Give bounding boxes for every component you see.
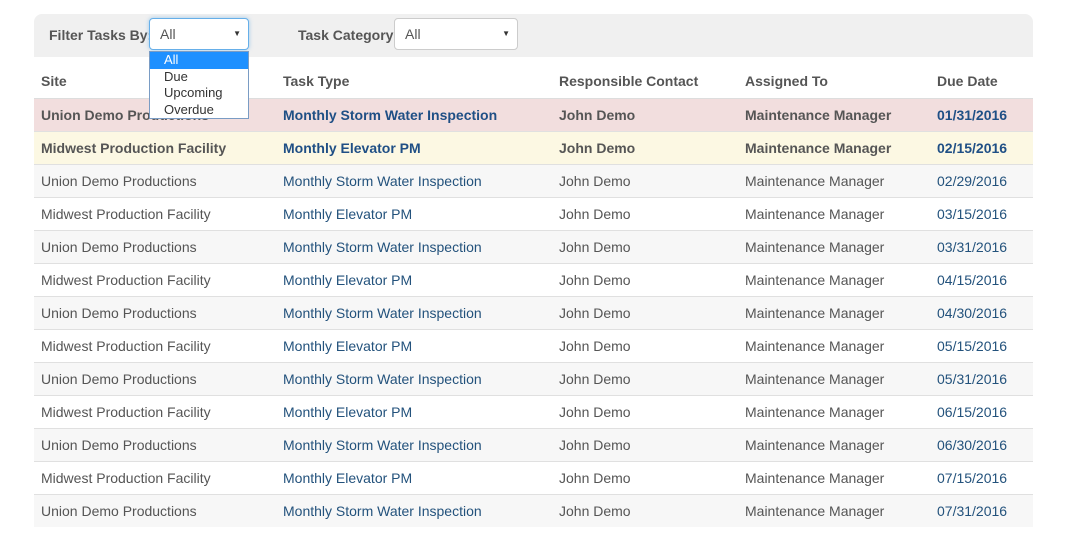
task-type-link[interactable]: Monthly Elevator PM	[276, 263, 552, 297]
table-row[interactable]: Union Demo Productions Monthly Storm Wate…	[34, 494, 1033, 527]
task-type-link[interactable]: Monthly Storm Water Inspection	[276, 164, 552, 198]
assigned-to-cell: Maintenance Manager	[738, 428, 930, 462]
due-date-link[interactable]: 03/31/2016	[930, 230, 1033, 264]
responsible-contact-cell: John Demo	[552, 131, 738, 165]
due-date-link[interactable]: 07/31/2016	[930, 494, 1033, 527]
task-type-link[interactable]: Monthly Storm Water Inspection	[276, 362, 552, 396]
task-type-link[interactable]: Monthly Storm Water Inspection	[276, 296, 552, 330]
assigned-to-cell: Maintenance Manager	[738, 131, 930, 165]
assigned-to-cell: Maintenance Manager	[738, 461, 930, 495]
responsible-contact-cell: John Demo	[552, 494, 738, 527]
site-cell: Midwest Production Facility	[34, 395, 276, 429]
dropdown-option-overdue[interactable]: Overdue	[150, 102, 248, 119]
dropdown-option-due[interactable]: Due	[150, 69, 248, 86]
filter-tasks-select[interactable]: All ▼	[149, 18, 249, 50]
site-cell: Union Demo Productions	[34, 494, 276, 527]
table-row[interactable]: Midwest Production Facility Monthly Eleva…	[34, 197, 1033, 231]
responsible-contact-cell: John Demo	[552, 164, 738, 198]
chevron-down-icon: ▼	[502, 29, 510, 38]
dropdown-option-upcoming[interactable]: Upcoming	[150, 85, 248, 102]
task-type-link[interactable]: Monthly Elevator PM	[276, 395, 552, 429]
table-row[interactable]: Midwest Production Facility Monthly Eleva…	[34, 329, 1033, 363]
assigned-to-cell: Maintenance Manager	[738, 230, 930, 264]
column-header-assigned-to[interactable]: Assigned To	[738, 64, 930, 99]
assigned-to-cell: Maintenance Manager	[738, 494, 930, 527]
due-date-link[interactable]: 06/15/2016	[930, 395, 1033, 429]
assigned-to-cell: Maintenance Manager	[738, 395, 930, 429]
filter-tasks-label: Filter Tasks By:	[49, 27, 153, 43]
site-cell: Midwest Production Facility	[34, 461, 276, 495]
assigned-to-cell: Maintenance Manager	[738, 263, 930, 297]
task-type-link[interactable]: Monthly Elevator PM	[276, 329, 552, 363]
site-cell: Union Demo Productions	[34, 428, 276, 462]
due-date-link[interactable]: 05/31/2016	[930, 362, 1033, 396]
due-date-link[interactable]: 04/15/2016	[930, 263, 1033, 297]
assigned-to-cell: Maintenance Manager	[738, 296, 930, 330]
site-cell: Midwest Production Facility	[34, 131, 276, 165]
task-category-value: All	[405, 26, 421, 42]
table-row[interactable]: Union Demo Productions Monthly Storm Wate…	[34, 296, 1033, 330]
responsible-contact-cell: John Demo	[552, 461, 738, 495]
task-category-label: Task Category:	[298, 27, 399, 43]
table-row[interactable]: Midwest Production Facility Monthly Eleva…	[34, 131, 1033, 165]
table-row[interactable]: Midwest Production Facility Monthly Eleva…	[34, 263, 1033, 297]
column-header-due-date[interactable]: Due Date	[930, 64, 1033, 99]
assigned-to-cell: Maintenance Manager	[738, 98, 930, 132]
site-cell: Midwest Production Facility	[34, 329, 276, 363]
due-date-link[interactable]: 02/15/2016	[930, 131, 1033, 165]
task-category-select[interactable]: All ▼	[394, 18, 518, 50]
responsible-contact-cell: John Demo	[552, 230, 738, 264]
task-type-link[interactable]: Monthly Storm Water Inspection	[276, 428, 552, 462]
task-type-link[interactable]: Monthly Storm Water Inspection	[276, 494, 552, 527]
filter-tasks-dropdown: All Due Upcoming Overdue	[149, 51, 249, 119]
assigned-to-cell: Maintenance Manager	[738, 362, 930, 396]
site-cell: Midwest Production Facility	[34, 197, 276, 231]
due-date-link[interactable]: 04/30/2016	[930, 296, 1033, 330]
task-type-link[interactable]: Monthly Storm Water Inspection	[276, 230, 552, 264]
table-row[interactable]: Union Demo Productions Monthly Storm Wate…	[34, 362, 1033, 396]
assigned-to-cell: Maintenance Manager	[738, 329, 930, 363]
table-row[interactable]: Union Demo Productions Monthly Storm Wate…	[34, 428, 1033, 462]
assigned-to-cell: Maintenance Manager	[738, 197, 930, 231]
column-header-task-type[interactable]: Task Type	[276, 64, 552, 99]
site-cell: Union Demo Productions	[34, 296, 276, 330]
table-row[interactable]: Union Demo Productions Monthly Storm Wate…	[34, 230, 1033, 264]
responsible-contact-cell: John Demo	[552, 395, 738, 429]
dropdown-option-all[interactable]: All	[150, 52, 248, 69]
site-cell: Midwest Production Facility	[34, 263, 276, 297]
table-row[interactable]: Midwest Production Facility Monthly Eleva…	[34, 395, 1033, 429]
task-rows: Union Demo Productions Monthly Storm Wate…	[34, 98, 1033, 527]
responsible-contact-cell: John Demo	[552, 329, 738, 363]
responsible-contact-cell: John Demo	[552, 98, 738, 132]
column-header-responsible-contact[interactable]: Responsible Contact	[552, 64, 738, 99]
due-date-link[interactable]: 03/15/2016	[930, 197, 1033, 231]
responsible-contact-cell: John Demo	[552, 197, 738, 231]
filter-tasks-value: All	[160, 26, 176, 42]
table-row[interactable]: Union Demo Productions Monthly Storm Wate…	[34, 164, 1033, 198]
site-cell: Union Demo Productions	[34, 164, 276, 198]
table-row[interactable]: Midwest Production Facility Monthly Eleva…	[34, 461, 1033, 495]
tasks-table: Site Task Type Responsible Contact Assig…	[34, 64, 1033, 527]
assigned-to-cell: Maintenance Manager	[738, 164, 930, 198]
due-date-link[interactable]: 05/15/2016	[930, 329, 1033, 363]
due-date-link[interactable]: 06/30/2016	[930, 428, 1033, 462]
due-date-link[interactable]: 02/29/2016	[930, 164, 1033, 198]
due-date-link[interactable]: 01/31/2016	[930, 98, 1033, 132]
task-type-link[interactable]: Monthly Elevator PM	[276, 461, 552, 495]
due-date-link[interactable]: 07/15/2016	[930, 461, 1033, 495]
task-type-link[interactable]: Monthly Storm Water Inspection	[276, 98, 552, 132]
responsible-contact-cell: John Demo	[552, 296, 738, 330]
responsible-contact-cell: John Demo	[552, 428, 738, 462]
responsible-contact-cell: John Demo	[552, 362, 738, 396]
task-type-link[interactable]: Monthly Elevator PM	[276, 131, 552, 165]
task-type-link[interactable]: Monthly Elevator PM	[276, 197, 552, 231]
responsible-contact-cell: John Demo	[552, 263, 738, 297]
tasks-panel: Filter Tasks By: All ▼ Task Category: Al…	[34, 14, 1033, 527]
site-cell: Union Demo Productions	[34, 230, 276, 264]
chevron-down-icon: ▼	[233, 29, 241, 38]
site-cell: Union Demo Productions	[34, 362, 276, 396]
